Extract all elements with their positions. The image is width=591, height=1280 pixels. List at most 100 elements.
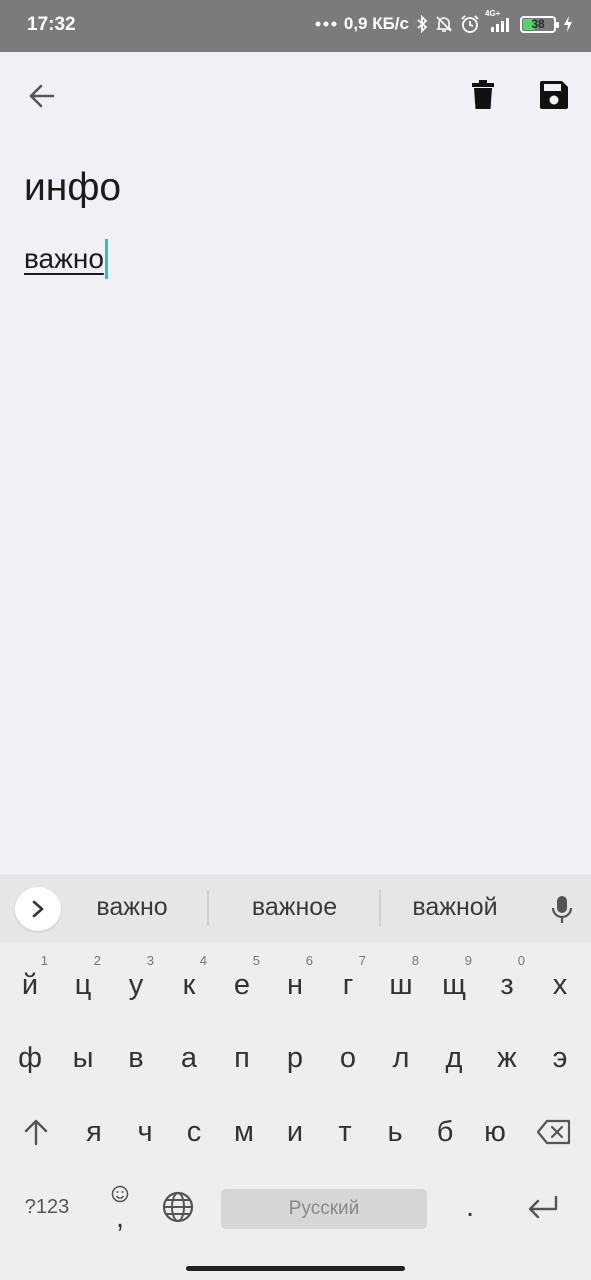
dots-icon bbox=[315, 21, 337, 27]
key-i[interactable]: и bbox=[269, 1096, 321, 1168]
key-label: н bbox=[286, 968, 303, 1001]
key-hint: 5 bbox=[252, 953, 260, 968]
key-hint: 6 bbox=[305, 953, 313, 968]
chevron-right-icon bbox=[32, 900, 44, 918]
key-p[interactable]: п bbox=[216, 1022, 268, 1094]
key-hint: 9 bbox=[464, 953, 472, 968]
key-yu[interactable]: ю bbox=[469, 1096, 521, 1168]
key-l[interactable]: л bbox=[375, 1022, 427, 1094]
network-speed: 0,9 КБ/с bbox=[343, 14, 409, 33]
language-key[interactable] bbox=[152, 1171, 204, 1243]
key-hint: 1 bbox=[40, 953, 48, 968]
suggestion-3[interactable]: важной bbox=[390, 893, 520, 922]
key-zh[interactable]: ж bbox=[481, 1022, 533, 1094]
suggestion-bar: важно важное важной bbox=[0, 874, 591, 942]
key-3[interactable]: у3 bbox=[110, 949, 162, 1021]
shift-key[interactable] bbox=[8, 1096, 64, 1168]
key-hint: 0 bbox=[517, 953, 525, 968]
key-e[interactable]: э bbox=[534, 1022, 586, 1094]
arrow-left-icon bbox=[29, 84, 55, 108]
key-1[interactable]: й1 bbox=[4, 949, 56, 1021]
backspace-key[interactable] bbox=[526, 1096, 582, 1168]
key-5[interactable]: е5 bbox=[216, 949, 268, 1021]
key-f[interactable]: ф bbox=[4, 1022, 56, 1094]
suggestion-1[interactable]: важно bbox=[72, 893, 192, 922]
home-indicator[interactable] bbox=[186, 1266, 405, 1271]
arrow-up-icon bbox=[24, 1119, 48, 1146]
key-label: г bbox=[342, 968, 354, 1001]
key-hint: 7 bbox=[358, 953, 366, 968]
enter-icon bbox=[528, 1195, 558, 1219]
enter-key[interactable] bbox=[514, 1171, 572, 1243]
alarm-icon bbox=[460, 14, 480, 34]
key-label: к bbox=[182, 968, 196, 1001]
keyboard: важно важное важной й1 ц2 у3 к4 е5 н6 г7… bbox=[0, 874, 591, 1280]
key-label: х bbox=[552, 968, 568, 1001]
expand-toolbar-button[interactable] bbox=[15, 887, 61, 931]
voice-input-button[interactable] bbox=[545, 891, 579, 929]
key-6[interactable]: н6 bbox=[269, 949, 321, 1021]
globe-icon bbox=[162, 1191, 194, 1223]
note-title-field[interactable]: инфо bbox=[24, 166, 121, 210]
period-key[interactable]: . bbox=[444, 1171, 496, 1243]
key-soft[interactable]: ь bbox=[369, 1096, 421, 1168]
floppy-disk-icon bbox=[540, 81, 568, 109]
bell-off-icon bbox=[435, 15, 453, 33]
status-bar: 17:32 0,9 КБ/с 4G+ 38 bbox=[0, 0, 591, 52]
key-label: у bbox=[128, 968, 144, 1001]
key-4[interactable]: к4 bbox=[163, 949, 215, 1021]
comma-label: , bbox=[115, 1201, 125, 1234]
delete-button[interactable] bbox=[462, 74, 504, 116]
status-icons: 0,9 КБ/с 4G+ 38 bbox=[315, 9, 573, 34]
key-s[interactable]: с bbox=[168, 1096, 220, 1168]
suggestion-divider bbox=[379, 890, 381, 926]
key-label: ш bbox=[389, 968, 413, 1001]
status-time: 17:32 bbox=[27, 14, 76, 35]
bluetooth-icon bbox=[416, 15, 428, 33]
key-r[interactable]: р bbox=[269, 1022, 321, 1094]
key-y[interactable]: ы bbox=[57, 1022, 109, 1094]
key-d[interactable]: д bbox=[428, 1022, 480, 1094]
emoji-icon bbox=[111, 1185, 129, 1203]
key-8[interactable]: ш8 bbox=[375, 949, 427, 1021]
key-ch[interactable]: ч bbox=[119, 1096, 171, 1168]
key-hint: 3 bbox=[146, 953, 154, 968]
charging-icon bbox=[563, 16, 573, 32]
key-a[interactable]: а bbox=[163, 1022, 215, 1094]
key-11[interactable]: х bbox=[534, 949, 586, 1021]
save-button[interactable] bbox=[532, 74, 576, 116]
key-hint: 4 bbox=[199, 953, 207, 968]
suggestion-divider bbox=[207, 890, 209, 926]
note-body-text: важно bbox=[24, 243, 104, 274]
battery-level: 38 bbox=[531, 17, 545, 31]
note-body-field[interactable]: важно bbox=[24, 238, 108, 280]
key-hint: 2 bbox=[93, 953, 101, 968]
battery-icon: 38 bbox=[520, 15, 559, 33]
network-type: 4G+ bbox=[485, 9, 501, 18]
key-hint: 8 bbox=[411, 953, 419, 968]
space-key[interactable]: Русский bbox=[221, 1189, 427, 1229]
key-label: е bbox=[233, 968, 251, 1001]
key-v[interactable]: в bbox=[110, 1022, 162, 1094]
key-7[interactable]: г7 bbox=[322, 949, 374, 1021]
microphone-icon bbox=[551, 896, 573, 923]
signal-icon: 4G+ bbox=[485, 9, 513, 33]
key-10[interactable]: з0 bbox=[481, 949, 533, 1021]
key-label: ц bbox=[74, 968, 92, 1001]
key-9[interactable]: щ9 bbox=[428, 949, 480, 1021]
key-label: з bbox=[500, 968, 514, 1001]
key-m[interactable]: м bbox=[218, 1096, 270, 1168]
key-2[interactable]: ц2 bbox=[57, 949, 109, 1021]
key-t[interactable]: т bbox=[319, 1096, 371, 1168]
key-label: щ bbox=[442, 968, 466, 1001]
key-b[interactable]: б bbox=[419, 1096, 471, 1168]
backspace-icon bbox=[536, 1119, 571, 1145]
key-ya[interactable]: я bbox=[68, 1096, 120, 1168]
emoji-comma-key[interactable]: , bbox=[94, 1171, 146, 1243]
key-label: й bbox=[21, 968, 39, 1001]
text-caret bbox=[104, 239, 108, 279]
suggestion-2[interactable]: важное bbox=[222, 893, 367, 922]
back-button[interactable] bbox=[22, 76, 62, 116]
symbols-key[interactable]: ?123 bbox=[14, 1171, 80, 1243]
key-o[interactable]: о bbox=[322, 1022, 374, 1094]
